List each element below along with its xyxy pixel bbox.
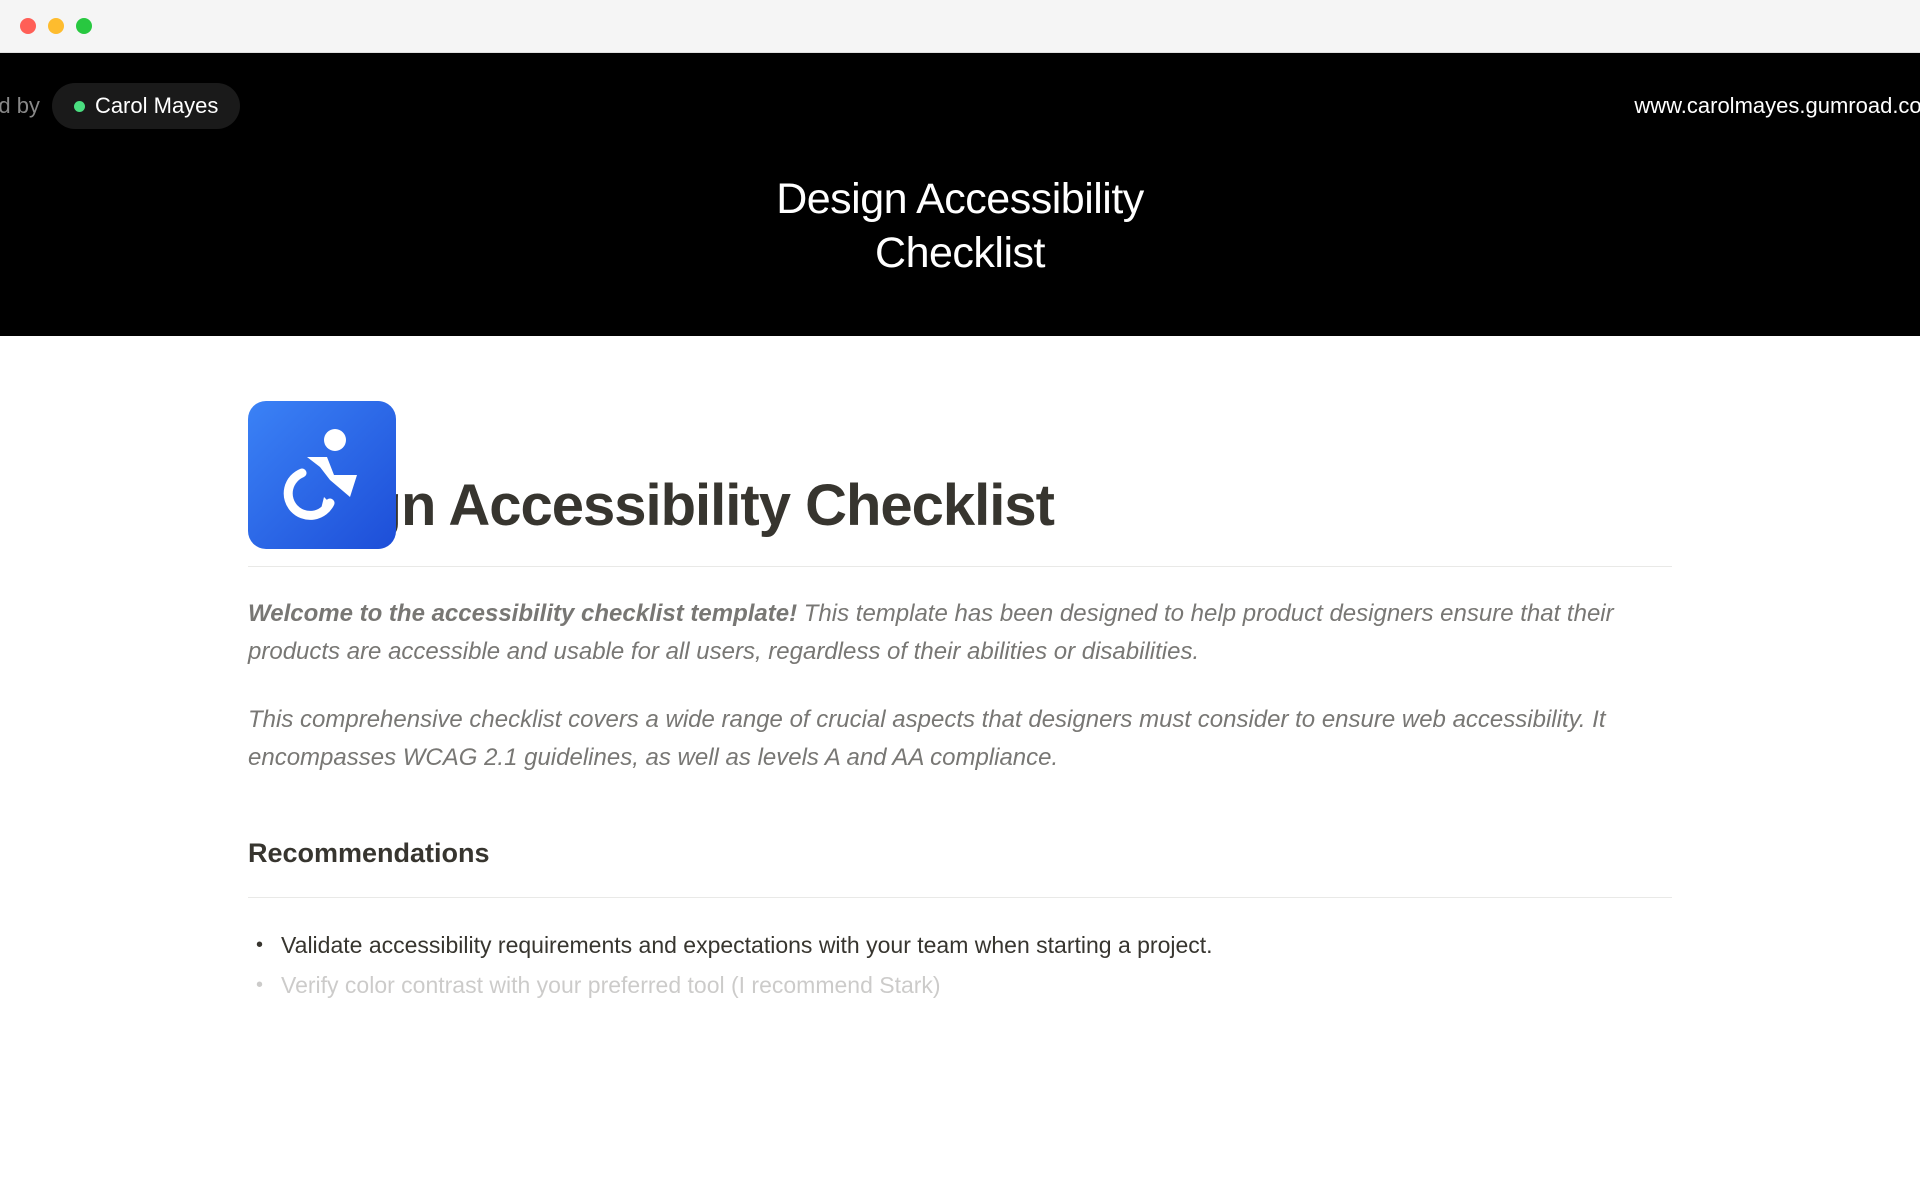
- banner-title: Design Accessibility Checklist: [660, 173, 1260, 281]
- author-section: ted by Carol Mayes: [0, 83, 240, 129]
- bullet-icon: •: [256, 966, 263, 1004]
- intro-welcome-paragraph[interactable]: Welcome to the accessibility checklist t…: [248, 595, 1672, 671]
- wheelchair-icon: [272, 425, 372, 525]
- banner-title-line1: Design Accessibility: [776, 175, 1144, 223]
- banner-title-line2: Checklist: [875, 229, 1045, 277]
- list-item-text: Verify color contrast with your preferre…: [281, 966, 941, 1005]
- intro-welcome-bold: Welcome to the accessibility checklist t…: [248, 600, 797, 627]
- created-by-label: ted by: [0, 93, 40, 119]
- list-item[interactable]: • Validate accessibility requirements an…: [248, 926, 1672, 965]
- divider: [248, 897, 1672, 898]
- close-window-button[interactable]: [20, 18, 36, 34]
- page-cover-banner: ted by Carol Mayes www.carolmayes.gumroa…: [0, 53, 1920, 336]
- list-item[interactable]: • Verify color contrast with your prefer…: [248, 966, 1672, 1005]
- list-item-text: Validate accessibility requirements and …: [281, 926, 1213, 965]
- online-status-icon: [74, 101, 85, 112]
- minimize-window-button[interactable]: [48, 18, 64, 34]
- window-title-bar: [0, 0, 1920, 53]
- page-title[interactable]: Design Accessibility Checklist: [248, 474, 1672, 538]
- recommendations-list: • Validate accessibility requirements an…: [248, 926, 1672, 1004]
- maximize-window-button[interactable]: [76, 18, 92, 34]
- author-badge[interactable]: Carol Mayes: [52, 83, 240, 129]
- author-name: Carol Mayes: [95, 93, 218, 119]
- page-icon-accessibility[interactable]: [248, 401, 396, 549]
- recommendations-heading[interactable]: Recommendations: [248, 838, 1672, 869]
- divider: [248, 566, 1672, 567]
- banner-header-row: ted by Carol Mayes www.carolmayes.gumroa…: [0, 53, 1920, 159]
- website-url-link[interactable]: www.carolmayes.gumroad.com: [1634, 93, 1920, 119]
- window-controls: [20, 18, 92, 34]
- intro-description-paragraph[interactable]: This comprehensive checklist covers a wi…: [248, 701, 1672, 777]
- page-content: Design Accessibility Checklist Welcome t…: [0, 474, 1920, 1005]
- bullet-icon: •: [256, 926, 263, 964]
